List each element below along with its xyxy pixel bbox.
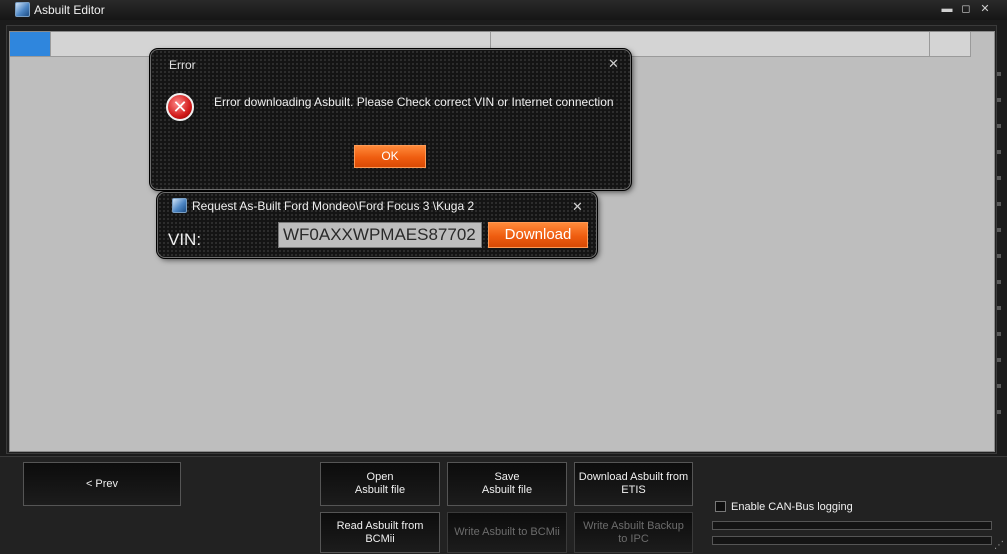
open-button-label-2: Asbuilt file [354, 484, 406, 496]
request-dialog-title: Request As-Built Ford Mondeo\Ford Focus … [192, 199, 475, 213]
can-logging-checkbox[interactable] [715, 501, 726, 512]
etis-button-label-1: Download Asbuilt from [578, 471, 689, 483]
vin-input[interactable]: WF0AXXWPMAES87702 [278, 222, 482, 248]
read-bcmii-label-1: Read Asbuilt from [336, 519, 424, 532]
app-icon [15, 2, 30, 17]
write-ipc-label-1: Write Asbuilt Backup [583, 519, 684, 532]
etis-button-label-2: ETIS [621, 484, 646, 496]
error-dialog: Error ✕ ✕ Error downloading Asbuilt. Ple… [150, 49, 631, 190]
read-bcmii-label-2: BCMii [365, 532, 395, 545]
close-icon[interactable]: ✕ [979, 3, 991, 15]
title-bar: Asbuilt Editor ▬ ◻ ✕ [0, 0, 1007, 20]
open-asbuilt-button[interactable]: Open Asbuilt file [320, 462, 440, 506]
error-close-icon[interactable]: ✕ [608, 57, 619, 70]
request-asbuilt-dialog: Request As-Built Ford Mondeo\Ford Focus … [157, 192, 597, 258]
minimize-icon[interactable]: ▬ [941, 3, 953, 15]
grid-column-divider [929, 32, 930, 56]
error-x-icon: ✕ [166, 93, 194, 121]
write-ipc-label-2: to IPC [618, 532, 649, 545]
progress-bar-1 [712, 521, 992, 530]
download-button[interactable]: Download [488, 222, 588, 248]
progress-bar-2 [712, 536, 992, 545]
write-bcmii-button[interactable]: Write Asbuilt to BCMii [447, 512, 567, 553]
request-close-icon[interactable]: ✕ [572, 200, 583, 213]
scrollbar-marks [997, 72, 1001, 436]
download-etis-button[interactable]: Download Asbuilt from ETIS [574, 462, 693, 506]
app-icon [172, 198, 187, 213]
open-button-label-1: Open [366, 471, 394, 483]
save-button-label-1: Save [494, 471, 520, 483]
grid-selected-cell[interactable] [10, 32, 51, 56]
prev-button-label: < Prev [85, 477, 119, 490]
error-dialog-title: Error [169, 58, 196, 72]
window-title: Asbuilt Editor [34, 3, 105, 17]
vin-label: VIN: [168, 230, 202, 249]
prev-button[interactable]: < Prev [23, 462, 181, 506]
write-bcmii-label: Write Asbuilt to BCMii [454, 526, 560, 538]
resize-grip-icon[interactable]: ⋰ [994, 540, 1004, 551]
save-asbuilt-button[interactable]: Save Asbuilt file [447, 462, 567, 506]
can-logging-label: Enable CAN-Bus logging [731, 501, 853, 513]
maximize-icon[interactable]: ◻ [960, 3, 972, 15]
save-button-label-2: Asbuilt file [481, 484, 533, 496]
read-bcmii-button[interactable]: Read Asbuilt from BCMii [320, 512, 440, 553]
write-ipc-button[interactable]: Write Asbuilt Backup to IPC [574, 512, 693, 553]
error-message: Error downloading Asbuilt. Please Check … [214, 95, 614, 109]
ok-button[interactable]: OK [354, 145, 426, 168]
